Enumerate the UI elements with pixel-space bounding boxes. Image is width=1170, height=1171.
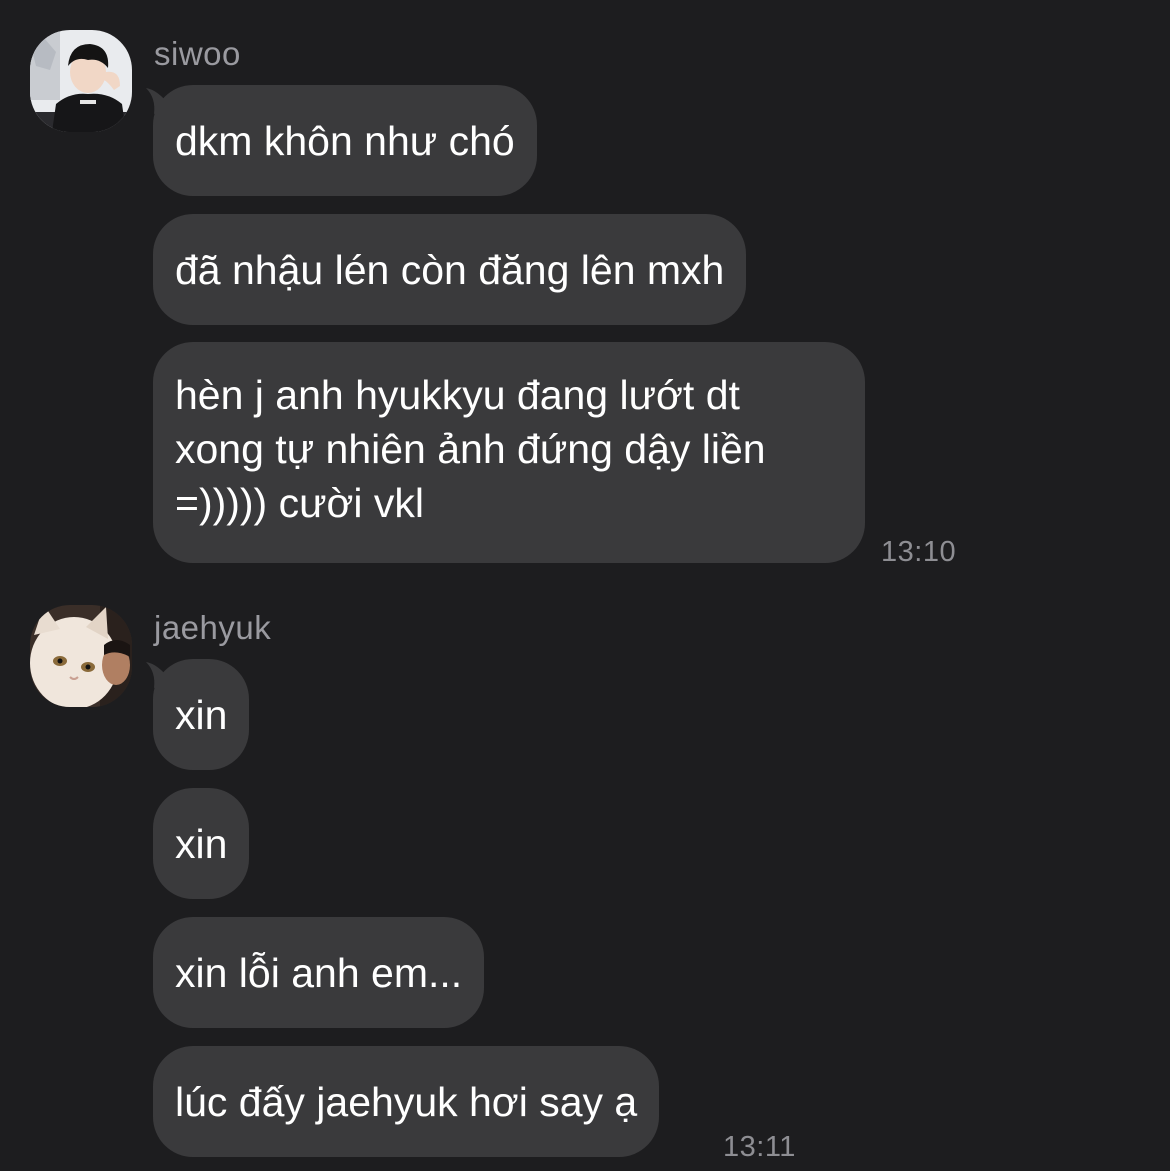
message-text: dkm khôn như chó bbox=[175, 117, 515, 164]
sender-name: siwoo bbox=[154, 35, 241, 72]
message-timestamp: 13:11 bbox=[723, 1131, 796, 1163]
sender-name: jaehyuk bbox=[154, 609, 272, 646]
message-bubble[interactable]: đã nhậu lén còn đăng lên mxh bbox=[153, 214, 747, 325]
message-text: xin bbox=[175, 691, 228, 738]
message-bubble[interactable]: hèn j anh hyukkyu đang lướt dt xong tự n… bbox=[153, 342, 865, 563]
message-text: xin bbox=[175, 820, 228, 867]
message-line: xong tự nhiên ảnh đứng dậy liền bbox=[175, 426, 766, 472]
avatar-photo-icon bbox=[30, 30, 132, 132]
bubble-tail-icon bbox=[146, 662, 170, 688]
message-bubble[interactable]: lúc đấy jaehyuk hơi say ạ bbox=[153, 1046, 660, 1157]
bubble-tail-icon bbox=[146, 88, 170, 114]
message-text: lúc đấy jaehyuk hơi say ạ bbox=[175, 1078, 638, 1125]
message-line: =))))) cười vkl bbox=[175, 480, 425, 526]
message-text: xin lỗi anh em... bbox=[175, 949, 463, 996]
avatar-jaehyuk[interactable] bbox=[30, 605, 132, 707]
message-bubble[interactable]: xin lỗi anh em... bbox=[153, 917, 485, 1028]
message-text: hèn j anh hyukkyu đang lướt dt xong tự n… bbox=[175, 368, 766, 530]
message-bubble[interactable]: xin bbox=[153, 788, 250, 899]
message-timestamp: 13:10 bbox=[881, 536, 957, 568]
message-text: đã nhậu lén còn đăng lên mxh bbox=[175, 246, 725, 293]
avatar-siwoo[interactable] bbox=[30, 30, 132, 132]
avatar-photo-icon bbox=[30, 605, 132, 707]
message-line: hèn j anh hyukkyu đang lướt dt bbox=[175, 372, 740, 418]
message-bubble[interactable]: dkm khôn như chó bbox=[153, 85, 537, 196]
